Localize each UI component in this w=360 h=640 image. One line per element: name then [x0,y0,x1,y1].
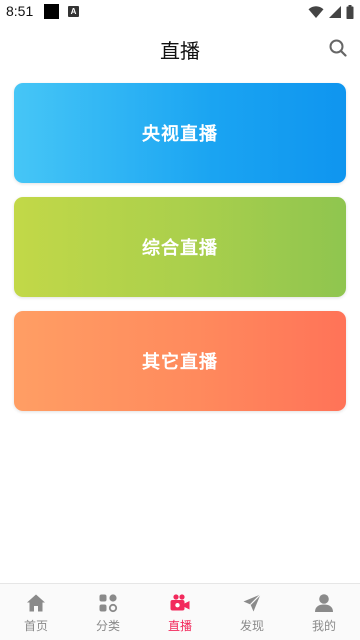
app-header: 直播 [0,24,360,72]
tab-label: 直播 [167,619,192,633]
signal-icon [329,6,341,18]
tab-label: 发现 [239,619,264,633]
tab-live[interactable]: 直播 [144,584,216,640]
card-label: 其它直播 [142,352,218,373]
tab-label: 首页 [23,619,48,633]
card-label: 央视直播 [142,124,218,145]
live-camera-icon [169,592,191,614]
home-icon [25,592,47,614]
wifi-icon [308,6,324,18]
tab-label: 我的 [311,619,336,633]
battery-icon [346,5,354,19]
tab-home[interactable]: 首页 [0,584,72,640]
search-button[interactable] [324,34,352,62]
tab-label: 分类 [95,619,120,633]
status-icons [308,4,354,20]
cctv-live-card[interactable]: 央视直播 [14,83,346,183]
user-icon [313,592,335,614]
notification-square-icon [44,4,59,19]
search-icon [329,39,347,57]
other-live-card[interactable]: 其它直播 [14,311,346,411]
page-title: 直播 [160,39,200,63]
tab-discover[interactable]: 发现 [216,584,288,640]
status-bar: 8:51 A [0,0,360,24]
status-time: 8:51 [6,3,34,19]
tab-profile[interactable]: 我的 [288,584,360,640]
general-live-card[interactable]: 综合直播 [14,197,346,297]
paper-plane-icon [241,592,263,614]
card-label: 综合直播 [142,238,218,259]
bottom-tab-bar: 首页 分类 直播 发现 我的 [0,583,360,640]
notification-a-icon: A [68,6,79,17]
tab-category[interactable]: 分类 [72,584,144,640]
category-icon [97,592,119,614]
